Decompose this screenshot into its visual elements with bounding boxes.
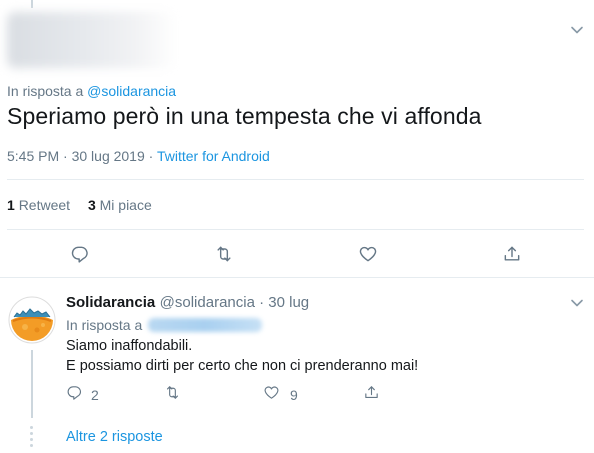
retweet-count: 1 — [7, 197, 15, 213]
reply-action[interactable]: 2 — [66, 384, 99, 406]
reply-text-line: E possiamo dirti per certo che non ci pr… — [66, 358, 419, 374]
retweet-icon[interactable] — [164, 384, 181, 406]
reply-handle-link[interactable]: @solidarancia — [87, 83, 176, 99]
tweet-source-link[interactable]: Twitter for Android — [157, 148, 270, 164]
like-icon — [263, 384, 280, 406]
author-handle-time[interactable]: @solidarancia · 30 lug — [160, 294, 309, 311]
reply-to-line: In risposta a — [66, 317, 263, 333]
tweet-meta: 5:45 PM · 30 lug 2019 · Twitter for Andr… — [7, 148, 270, 164]
like-label: Mi piace — [99, 197, 152, 213]
thread-dots — [30, 426, 33, 450]
reply-text-line: Siamo inaffondabili. — [66, 338, 193, 354]
retweet-label: Retweet — [18, 197, 71, 213]
reply-prefix: In risposta a — [66, 317, 143, 333]
divider — [7, 179, 584, 180]
tweet-stats: 1 Retweet 3 Mi piace — [7, 197, 152, 213]
divider — [7, 229, 584, 230]
blurred-author — [7, 12, 177, 68]
tweet-timestamp[interactable]: 5:45 PM · 30 lug 2019 · — [7, 148, 157, 164]
retweet-icon[interactable] — [213, 243, 235, 265]
like-action[interactable]: 9 — [263, 384, 298, 406]
reply-header: Solidarancia @solidarancia · 30 lug — [66, 294, 309, 312]
avatar[interactable] — [8, 296, 56, 344]
like-count: 3 — [87, 197, 96, 213]
author-name[interactable]: Solidarancia — [66, 294, 155, 311]
like-count: 9 — [290, 387, 298, 403]
reply-to-line: In risposta a @solidarancia — [7, 83, 176, 99]
divider — [0, 277, 594, 278]
thread-line-top — [31, 0, 33, 8]
retweet-stat[interactable]: 1 Retweet — [7, 197, 70, 213]
thread-line — [31, 350, 33, 418]
reply-text: Siamo inaffondabili. E possiamo dirti pe… — [66, 336, 418, 376]
reply-count: 2 — [91, 387, 99, 403]
chevron-down-icon[interactable] — [570, 296, 584, 310]
like-icon[interactable] — [357, 243, 379, 265]
reply-icon[interactable] — [69, 243, 91, 265]
blurred-handle — [148, 318, 263, 332]
tweet-text: Speriamo però in una tempesta che vi aff… — [7, 103, 482, 129]
chevron-down-icon[interactable] — [570, 23, 584, 37]
more-replies-link[interactable]: Altre 2 risposte — [66, 429, 163, 445]
reply-prefix: In risposta a — [7, 83, 84, 99]
share-icon[interactable] — [501, 243, 523, 265]
share-icon[interactable] — [363, 384, 380, 406]
like-stat[interactable]: 3 Mi piace — [88, 197, 152, 213]
reply-icon — [66, 384, 83, 406]
